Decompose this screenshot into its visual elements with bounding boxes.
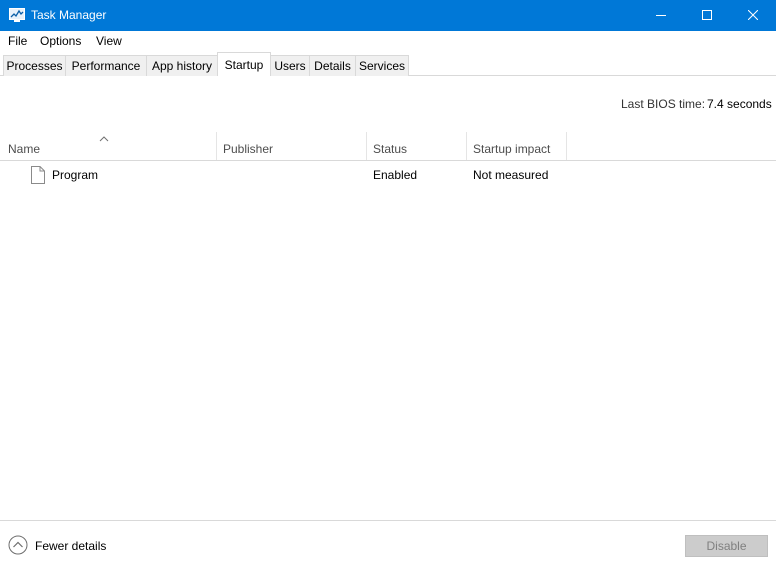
row-name: Program: [52, 168, 99, 182]
footer-divider: [0, 520, 776, 521]
column-header-startup-impact[interactable]: Startup impact: [467, 130, 567, 160]
close-button[interactable]: [730, 0, 776, 31]
tab-app-history[interactable]: App history: [146, 55, 218, 76]
chevron-up-circle-icon[interactable]: [8, 535, 28, 558]
close-icon: [748, 10, 758, 20]
tab-services[interactable]: Services: [355, 55, 409, 76]
tab-processes[interactable]: Processes: [3, 55, 66, 76]
tab-strip: Processes Performance App history Startu…: [0, 51, 776, 77]
column-header-label: Name: [8, 142, 41, 156]
column-header-row: Name Publisher Status Startup impact: [0, 130, 776, 161]
maximize-icon: [702, 10, 712, 20]
title-bar[interactable]: Task Manager: [0, 0, 776, 31]
row-status: Enabled: [373, 168, 418, 182]
tab-details[interactable]: Details: [309, 55, 356, 76]
menu-file[interactable]: File: [8, 34, 27, 48]
bios-time-value: 7.4 seconds: [707, 97, 772, 111]
window-title: Task Manager: [31, 8, 107, 22]
disable-button[interactable]: Disable: [685, 535, 768, 557]
tab-performance[interactable]: Performance: [65, 55, 147, 76]
fewer-details-link[interactable]: Fewer details: [35, 539, 106, 553]
tab-startup[interactable]: Startup: [217, 52, 271, 77]
file-icon: [31, 166, 45, 187]
column-header-name[interactable]: Name: [0, 130, 217, 160]
row-startup-impact: Not measured: [473, 168, 549, 182]
column-divider[interactable]: [566, 132, 567, 160]
bios-time-label: Last BIOS time:: [621, 97, 706, 111]
column-header-label: Status: [373, 142, 408, 156]
task-manager-icon: [9, 8, 25, 22]
minimize-button[interactable]: [638, 0, 684, 31]
sort-ascending-icon: [99, 131, 109, 145]
column-header-label: Publisher: [223, 142, 274, 156]
menu-bar: File Options View: [0, 31, 776, 51]
menu-view[interactable]: View: [96, 34, 122, 48]
menu-options[interactable]: Options: [40, 34, 81, 48]
table-row[interactable]: Program Enabled Not measured: [0, 163, 776, 187]
minimize-icon: [656, 15, 666, 16]
column-header-label: Startup impact: [473, 142, 551, 156]
maximize-button[interactable]: [684, 0, 730, 31]
column-header-status[interactable]: Status: [367, 130, 467, 160]
tab-users[interactable]: Users: [270, 55, 310, 76]
column-header-publisher[interactable]: Publisher: [217, 130, 367, 160]
